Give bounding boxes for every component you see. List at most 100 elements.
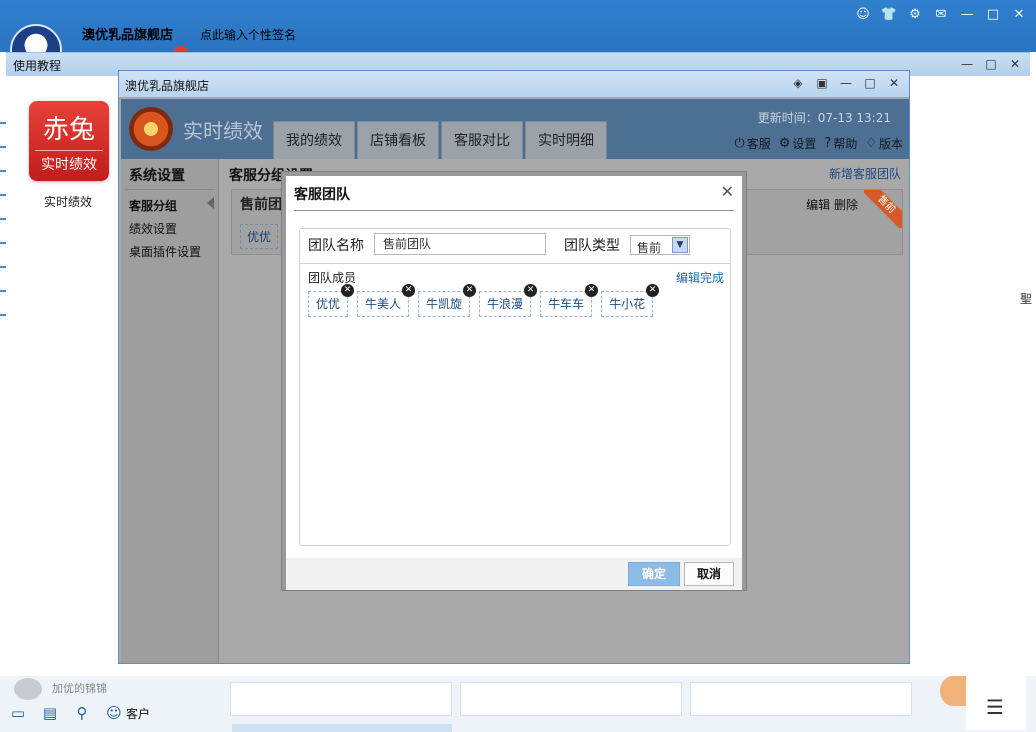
close-icon[interactable]: ✕: [887, 75, 901, 91]
bottom-panel: [460, 682, 682, 716]
tutorial-title: 使用教程: [13, 59, 62, 73]
tab-bar: 我的绩效 店铺看板 客服对比 实时明细: [273, 121, 607, 159]
contact-item[interactable]: 加优的锦锦: [14, 678, 224, 700]
service-link-label: 客服: [746, 137, 771, 151]
confirm-button[interactable]: 确定: [628, 562, 680, 586]
cancel-button[interactable]: 取消: [684, 562, 734, 586]
edit-done-link[interactable]: 编辑完成: [676, 269, 724, 286]
plugin-titlebar: 澳优乳品旗舰店 ◈ ▣ — □ ✕: [119, 71, 909, 97]
remove-icon[interactable]: ✕: [646, 284, 660, 297]
minimize-icon[interactable]: —: [958, 6, 976, 24]
member-chip-list: 优优 ✕ 牛美人 ✕ 牛凯旋 ✕ 牛浪漫 ✕ 牛车车 ✕ 牛小花 ✕: [308, 284, 660, 317]
list-menu-icon[interactable]: ☰: [986, 696, 1008, 718]
maximize-icon[interactable]: □: [984, 56, 998, 72]
close-icon[interactable]: ✕: [1008, 56, 1022, 72]
member-chip: 优优: [240, 224, 279, 249]
divider: [125, 189, 215, 190]
sidebar-item-performance-settings[interactable]: 绩效设置: [129, 220, 177, 237]
plugin-window-controls: ◈ ▣ — □ ✕: [791, 75, 901, 91]
customer-label[interactable]: 客户: [126, 705, 150, 722]
chat-icon[interactable]: ▤: [40, 703, 60, 723]
header-links: ⏻ 客服 ⚙ 设置 ? 帮助 ♢ 版本: [734, 135, 903, 152]
ribbon-label: 售前: [864, 190, 902, 228]
im-top-bar: 澳优乳品旗舰店 点此输入个性签名 ☺ 👕 ⚙ ✉ — □ ✕: [0, 0, 1036, 52]
im-window-controls: ☺ 👕 ⚙ ✉ — □ ✕: [854, 6, 1028, 24]
signature-input[interactable]: 点此输入个性签名: [200, 26, 296, 43]
team-actions: 编辑 删除: [806, 196, 858, 213]
face-icon[interactable]: ☺: [854, 6, 872, 24]
bottom-panel: [690, 682, 912, 716]
minimize-icon[interactable]: —: [960, 56, 974, 72]
close-icon[interactable]: ✕: [721, 182, 734, 201]
member-chip[interactable]: 优优 ✕: [308, 284, 355, 317]
bottom-panel: [230, 682, 452, 716]
team-name-input[interactable]: 售前团队: [374, 233, 546, 255]
divider: [294, 210, 734, 211]
maximize-icon[interactable]: □: [984, 6, 1002, 24]
member-name: 牛车车: [548, 297, 585, 311]
member-chip[interactable]: 牛美人 ✕: [357, 284, 416, 317]
team-name: 售前团: [240, 197, 282, 213]
mail-icon[interactable]: ✉: [932, 6, 950, 24]
version-link[interactable]: ♢ 版本: [865, 135, 903, 152]
remove-icon[interactable]: ✕: [463, 284, 477, 297]
customer-icon[interactable]: ☺: [104, 703, 124, 723]
search-user-icon[interactable]: ⚲: [72, 703, 92, 723]
update-time: 更新时间：07-13 13:21: [757, 111, 891, 125]
shop-name: 澳优乳品旗舰店: [82, 28, 174, 43]
sidebar-item-service-group[interactable]: 客服分组: [129, 197, 177, 214]
team-type-label: 团队类型: [564, 238, 620, 254]
chevron-down-icon[interactable]: ▼: [672, 237, 688, 253]
remove-icon[interactable]: ✕: [341, 284, 355, 297]
team-type-ribbon: 售前: [864, 190, 902, 228]
contact-name: 加优的锦锦: [52, 682, 107, 695]
team-dialog: 客服团队 ✕ 团队名称 售前团队 团队类型 售前 ▼ 团队成员 编辑完成 优优 ✕…: [282, 172, 746, 590]
right-panel: [910, 76, 1030, 676]
mascot-icon: [940, 676, 966, 706]
member-chip[interactable]: 牛小花 ✕: [601, 284, 660, 317]
minimize-icon[interactable]: —: [839, 75, 853, 91]
delete-link[interactable]: 删除: [834, 198, 858, 212]
logo-line1: 赤兔: [42, 115, 95, 145]
settings-heading: 系统设置: [129, 168, 185, 184]
team-type-select[interactable]: 售前 ▼: [630, 235, 690, 255]
maximize-icon[interactable]: □: [863, 75, 877, 91]
remove-icon[interactable]: ✕: [585, 284, 599, 297]
help-link[interactable]: ? 帮助: [824, 135, 857, 152]
gear-icon: ⚙: [778, 136, 791, 151]
member-name: 牛美人: [365, 297, 402, 311]
sidebar-item-desktop-plugin[interactable]: 桌面插件设置: [129, 243, 201, 260]
remove-icon[interactable]: ✕: [402, 284, 416, 297]
app-title: 实时绩效: [183, 119, 263, 143]
member-name: 牛浪漫: [487, 297, 524, 311]
member-chip[interactable]: 牛浪漫 ✕: [479, 284, 538, 317]
tab-service-compare[interactable]: 客服对比: [441, 121, 523, 159]
team-type-value: 售前: [637, 241, 662, 255]
service-link[interactable]: ⏻ 客服: [734, 135, 770, 152]
bottom-panel-strip: [232, 724, 452, 732]
dock: ▭ ▤ ⚲ ☺ 客户: [4, 698, 224, 728]
help-link-label: 帮助: [833, 137, 858, 151]
message-icon[interactable]: ▣: [815, 75, 829, 91]
gear-icon[interactable]: ⚙: [906, 6, 924, 24]
contact-avatar: [14, 678, 42, 700]
member-chip[interactable]: 牛凯旋 ✕: [418, 284, 477, 317]
close-icon[interactable]: ✕: [1010, 6, 1028, 24]
tab-my-performance[interactable]: 我的绩效: [273, 121, 355, 159]
layers-icon[interactable]: ◈: [791, 75, 805, 91]
plugin-sidebar: 赤兔 实时绩效 实时绩效: [6, 76, 119, 676]
settings-link[interactable]: ⚙ 设置: [779, 135, 817, 152]
member-chip[interactable]: 牛车车 ✕: [540, 284, 599, 317]
dialog-body: 团队名称 售前团队 团队类型 售前 ▼ 团队成员 编辑完成 优优 ✕ 牛美人 ✕ 牛…: [299, 228, 731, 546]
remove-icon[interactable]: ✕: [524, 284, 538, 297]
tab-shop-board[interactable]: 店铺看板: [357, 121, 439, 159]
logo-line2: 实时绩效: [35, 150, 103, 174]
inbox-icon[interactable]: ▭: [8, 703, 28, 723]
add-team-link[interactable]: 新增客服团队: [829, 165, 901, 182]
edit-link[interactable]: 编辑: [806, 198, 830, 212]
help-icon: ?: [824, 136, 832, 151]
tab-realtime-detail[interactable]: 实时明细: [525, 121, 607, 159]
active-arrow-icon: [207, 197, 214, 209]
chitu-logo[interactable]: 赤兔 实时绩效: [29, 101, 109, 181]
skin-icon[interactable]: 👕: [880, 6, 898, 24]
